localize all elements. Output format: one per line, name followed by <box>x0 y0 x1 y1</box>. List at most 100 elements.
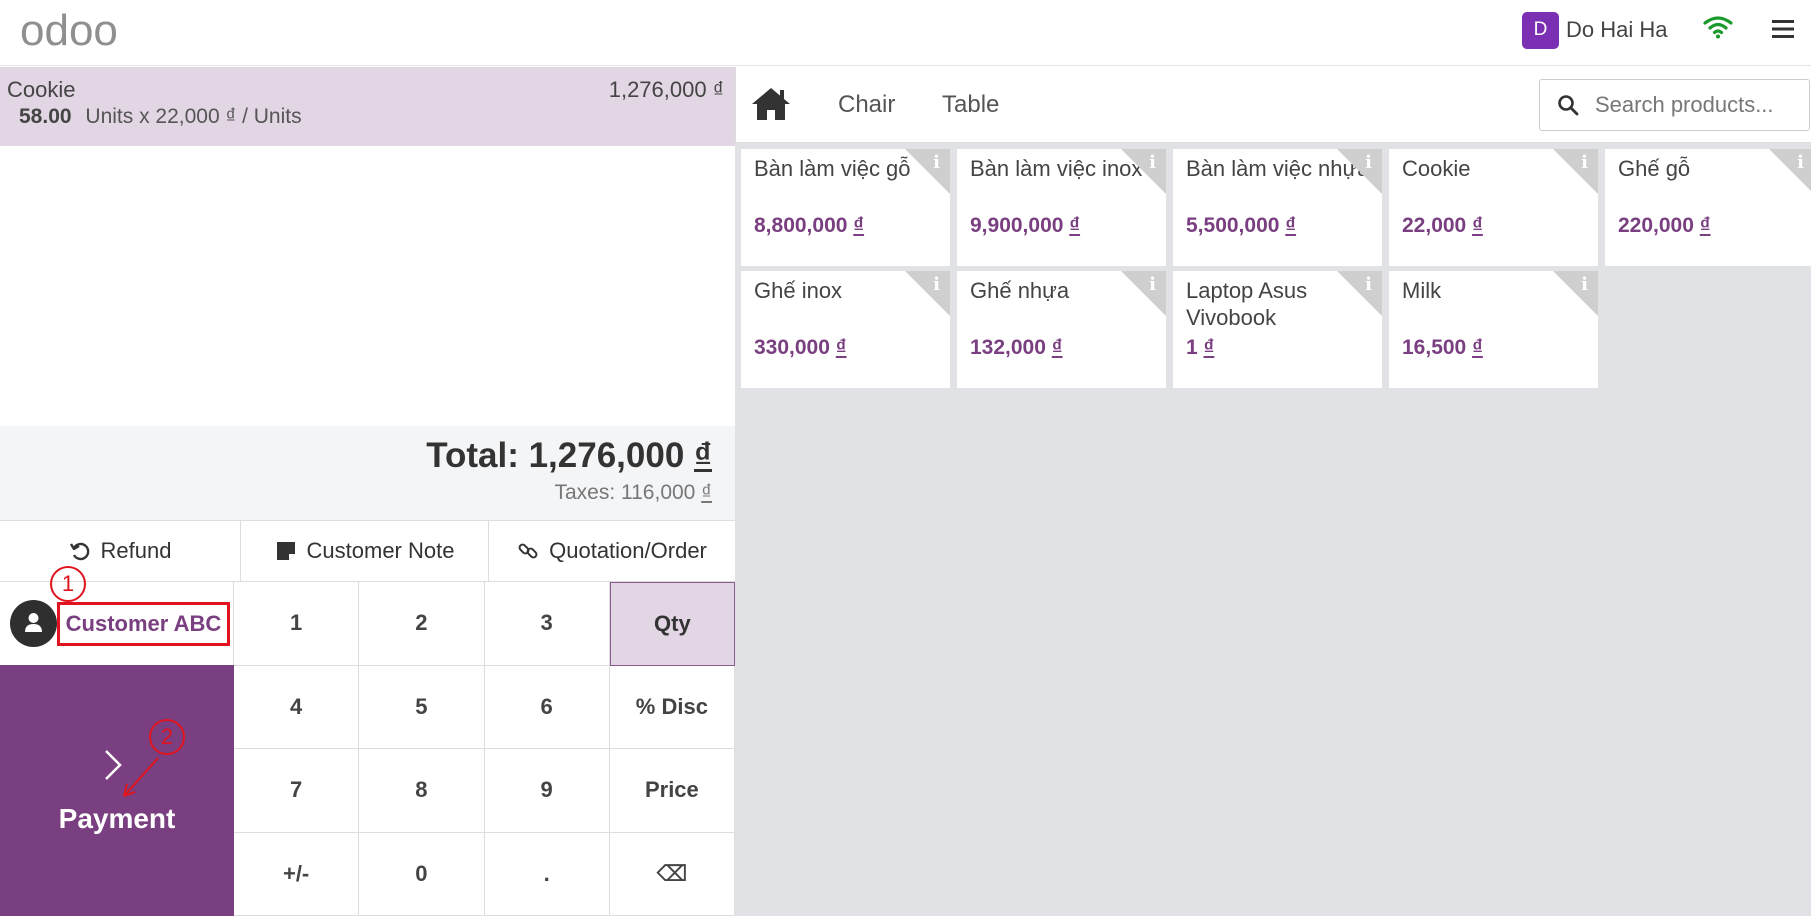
info-icon[interactable]: i <box>1365 274 1372 295</box>
info-icon[interactable]: i <box>1581 274 1588 295</box>
annotation-step-1: 1 <box>50 566 86 602</box>
user-name: Do Hai Ha <box>1566 17 1668 42</box>
product-card[interactable]: Ghế gỗ 220,000 ₫ i <box>1605 149 1811 266</box>
order-total-currency: ₫ <box>694 436 712 475</box>
search-input[interactable] <box>1595 92 1805 118</box>
numpad-key-0[interactable]: 0 <box>359 832 485 916</box>
refund-icon <box>69 542 89 561</box>
numpad-key-5[interactable]: 5 <box>359 665 485 749</box>
logo-text: odoo <box>20 6 118 55</box>
link-icon <box>518 543 538 559</box>
numpad-mode-price[interactable]: Price <box>609 749 735 833</box>
order-line-detail: 58.00 Units x 22,000 ₫ / Units <box>19 105 302 129</box>
category-bar: Chair Table <box>735 67 1811 143</box>
order-total: Total: 1,276,000 ₫ <box>426 436 712 476</box>
quotation-order-button[interactable]: Quotation/Order <box>489 521 735 581</box>
category-chair[interactable]: Chair <box>838 91 895 119</box>
numpad-key-decimal[interactable]: . <box>484 832 610 916</box>
product-card[interactable]: Cookie 22,000 ₫ i <box>1389 149 1598 266</box>
product-card[interactable]: Bàn làm việc inox 9,900,000 ₫ i <box>957 149 1166 266</box>
order-taxes: Taxes: 116,000 ₫ <box>554 481 712 505</box>
set-customer-button[interactable]: Customer ABC <box>57 602 230 646</box>
product-price: 16,500 ₫ <box>1402 336 1483 359</box>
info-corner[interactable] <box>1337 271 1382 316</box>
user-avatar: D <box>1522 11 1559 49</box>
info-corner[interactable] <box>1337 149 1382 194</box>
refund-label: Refund <box>100 538 172 563</box>
numpad-key-7[interactable]: 7 <box>234 749 360 833</box>
customer-avatar[interactable] <box>10 600 57 647</box>
user-menu[interactable]: D Do Hai Ha <box>1522 11 1667 49</box>
quotation-order-label: Quotation/Order <box>549 538 707 563</box>
order-taxes-currency: ₫ <box>701 481 712 504</box>
numpad-mode-discount[interactable]: % Disc <box>609 665 735 749</box>
category-table[interactable]: Table <box>942 91 999 119</box>
info-corner[interactable] <box>905 149 950 194</box>
product-card[interactable]: Bàn làm việc nhựa 5,500,000 ₫ i <box>1173 149 1382 266</box>
numpad-key-2[interactable]: 2 <box>359 582 485 666</box>
numpad-mode-qty[interactable]: Qty <box>609 582 735 666</box>
product-price: 220,000 ₫ <box>1618 214 1711 237</box>
info-corner[interactable] <box>1553 149 1598 194</box>
info-icon[interactable]: i <box>1581 152 1588 173</box>
numpad-key-3[interactable]: 3 <box>484 582 610 666</box>
customer-area: Customer ABC <box>0 582 234 665</box>
product-card[interactable]: Laptop Asus Vivobook 1 ₫ i <box>1173 271 1382 388</box>
numpad-key-4[interactable]: 4 <box>234 665 360 749</box>
odoo-logo: odoo <box>20 6 118 55</box>
customer-note-button[interactable]: Customer Note <box>241 521 489 581</box>
product-card[interactable]: Ghế nhựa 132,000 ₫ i <box>957 271 1166 388</box>
wifi-icon <box>1703 16 1733 39</box>
search-box[interactable] <box>1539 79 1810 131</box>
note-icon <box>276 542 295 560</box>
info-icon[interactable]: i <box>1365 152 1372 173</box>
product-card[interactable]: Ghế inox 330,000 ₫ i <box>741 271 950 388</box>
info-icon[interactable]: i <box>1149 274 1156 295</box>
search-icon <box>1558 95 1579 116</box>
order-line-selected[interactable]: Cookie 1,276,000 ₫ 58.00 Units x 22,000 … <box>0 67 735 146</box>
numpad-key-8[interactable]: 8 <box>359 749 485 833</box>
menu-hamburger-icon[interactable] <box>1772 19 1794 39</box>
product-screen: Chair Table Bàn làm việc gỗ 8,800,000 ₫ … <box>735 67 1811 916</box>
annotation-step-2: 2 <box>149 719 185 755</box>
customer-note-label: Customer Note <box>306 538 455 563</box>
info-corner[interactable] <box>905 271 950 316</box>
order-total-amount: Total: 1,276,000 <box>426 436 685 475</box>
info-icon[interactable]: i <box>1149 152 1156 173</box>
product-price: 22,000 ₫ <box>1402 214 1483 237</box>
numpad-key-1[interactable]: 1 <box>234 582 360 666</box>
control-buttons: Refund Customer Note Quotation/Order <box>0 520 735 582</box>
numpad-key-plus-minus[interactable]: +/- <box>234 832 360 916</box>
product-card[interactable]: Milk 16,500 ₫ i <box>1389 271 1598 388</box>
info-corner[interactable] <box>1553 271 1598 316</box>
annotation-arrow <box>123 757 159 797</box>
product-price: 8,800,000 ₫ <box>754 214 865 237</box>
product-price: 330,000 ₫ <box>754 336 847 359</box>
order-summary: Total: 1,276,000 ₫ Taxes: 116,000 ₫ <box>0 426 735 520</box>
info-corner[interactable] <box>1769 149 1811 194</box>
numpad-key-6[interactable]: 6 <box>484 665 610 749</box>
order-taxes-amount: Taxes: 116,000 <box>554 481 696 504</box>
numpad-key-9[interactable]: 9 <box>484 749 610 833</box>
info-icon[interactable]: i <box>1797 152 1804 173</box>
product-price: 5,500,000 ₫ <box>1186 214 1297 237</box>
payment-button[interactable]: Payment <box>0 665 234 916</box>
refund-button[interactable]: Refund <box>0 521 241 581</box>
product-price: 132,000 ₫ <box>970 336 1063 359</box>
product-price: 1 ₫ <box>1186 336 1215 359</box>
order-line-product: Cookie <box>7 77 76 102</box>
user-icon <box>25 613 42 632</box>
payment-label: Payment <box>58 803 176 834</box>
numpad: 1 2 3 Qty 4 5 6 % Disc 7 8 9 Price +/- 0… <box>234 582 735 916</box>
info-corner[interactable] <box>1121 149 1166 194</box>
info-corner[interactable] <box>1121 271 1166 316</box>
top-navbar: odoo D Do Hai Ha <box>0 0 1811 66</box>
info-icon[interactable]: i <box>933 152 940 173</box>
info-icon[interactable]: i <box>933 274 940 295</box>
home-icon[interactable] <box>750 86 792 122</box>
numpad-key-backspace[interactable]: ⌫ <box>609 832 735 916</box>
order-line-qty: 58.00 <box>19 105 72 128</box>
order-line-unit-info: Units x 22,000 ₫ / Units <box>85 105 302 128</box>
order-line-price: 1,276,000 ₫ <box>608 77 724 102</box>
product-card[interactable]: Bàn làm việc gỗ 8,800,000 ₫ i <box>741 149 950 266</box>
